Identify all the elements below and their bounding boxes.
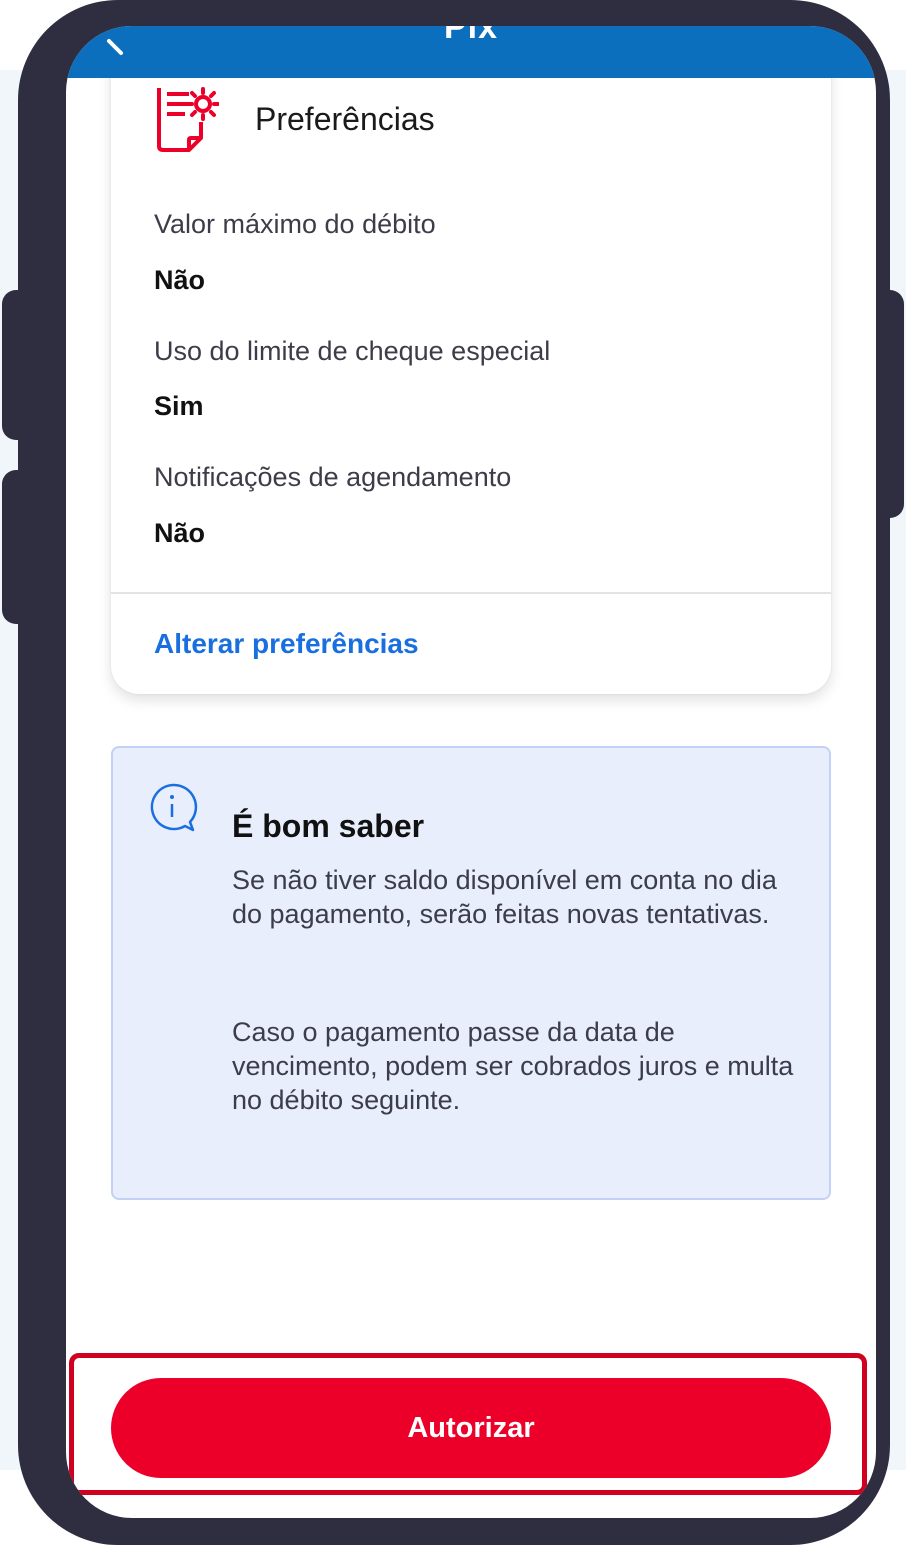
change-preferences-link[interactable]: Alterar preferências	[154, 628, 419, 660]
info-paragraph-late-fees: Caso o pagamento passe da data de vencim…	[232, 1017, 794, 1115]
info-box: É bom saber Se não tiver saldo disponíve…	[111, 746, 831, 1200]
field-value-max-debit: Não	[154, 265, 206, 295]
authorize-button[interactable]: Autorizar	[111, 1378, 831, 1478]
document-gear-icon	[157, 87, 219, 152]
header-title: Pix	[443, 26, 499, 46]
info-title: É bom saber	[232, 808, 425, 844]
info-paragraph-retry: Se não tiver saldo disponível em conta n…	[232, 865, 777, 929]
preferences-title: Preferências	[255, 101, 435, 137]
phone-frame: Preferências Valor máximo do débito Não …	[18, 0, 890, 1545]
preferences-card: Preferências Valor máximo do débito Não …	[111, 46, 831, 694]
app-header: Pix	[66, 26, 876, 78]
field-label-max-debit: Valor máximo do débito	[154, 209, 436, 239]
field-label-notifications: Notificações de agendamento	[154, 462, 512, 492]
phone-screen: Preferências Valor máximo do débito Não …	[66, 26, 876, 1518]
info-chat-icon	[150, 783, 198, 832]
field-label-overdraft: Uso do limite de cheque especial	[154, 336, 551, 366]
field-value-overdraft: Sim	[154, 391, 204, 421]
card-divider	[111, 592, 831, 594]
field-value-notifications: Não	[154, 518, 206, 548]
